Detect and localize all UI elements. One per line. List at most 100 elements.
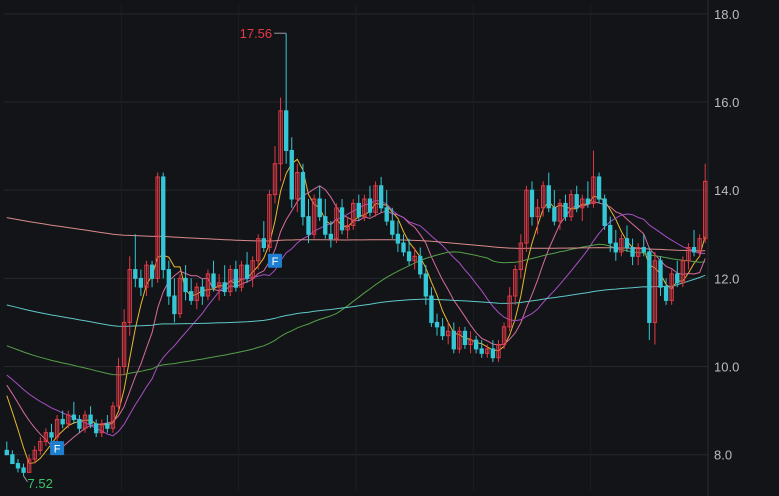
candle[interactable] — [10, 450, 15, 465]
candle[interactable] — [591, 150, 596, 208]
candle[interactable] — [373, 181, 378, 217]
candle[interactable] — [110, 401, 116, 433]
candle[interactable] — [99, 419, 104, 438]
candle[interactable] — [552, 190, 557, 226]
candle[interactable] — [155, 172, 160, 283]
candle[interactable] — [635, 243, 641, 266]
candle[interactable] — [133, 234, 138, 288]
candle[interactable] — [317, 185, 322, 222]
candle[interactable] — [116, 357, 121, 411]
candle[interactable] — [446, 322, 451, 345]
candle[interactable] — [401, 234, 406, 257]
candle[interactable] — [624, 225, 630, 252]
candle[interactable] — [557, 199, 563, 230]
candle[interactable] — [278, 97, 283, 182]
candle[interactable] — [233, 260, 239, 292]
event-marker-f[interactable]: F — [267, 253, 282, 268]
candle[interactable] — [580, 194, 585, 222]
candle[interactable] — [38, 437, 43, 455]
candle[interactable] — [596, 172, 602, 204]
candle[interactable] — [418, 247, 423, 279]
candle[interactable] — [513, 265, 518, 305]
candle[interactable] — [658, 256, 663, 296]
candle[interactable] — [94, 419, 99, 438]
candle[interactable] — [647, 247, 652, 341]
candle[interactable] — [15, 459, 21, 473]
candle[interactable] — [211, 260, 216, 292]
candle[interactable] — [384, 190, 389, 226]
candle[interactable] — [43, 428, 49, 446]
candle[interactable] — [524, 185, 529, 252]
candle[interactable] — [630, 238, 635, 266]
candle[interactable] — [518, 234, 524, 279]
candle[interactable] — [289, 137, 294, 208]
candle[interactable] — [451, 322, 456, 354]
candle[interactable] — [457, 326, 462, 354]
candle[interactable] — [429, 287, 434, 327]
candle[interactable] — [54, 415, 60, 442]
candle[interactable] — [691, 229, 697, 257]
candle[interactable] — [568, 190, 574, 222]
candle[interactable] — [507, 287, 512, 332]
candle[interactable] — [345, 216, 350, 239]
candle[interactable] — [4, 441, 9, 456]
candle[interactable] — [652, 251, 658, 345]
candle[interactable] — [468, 331, 473, 354]
candle[interactable] — [479, 340, 484, 358]
candle[interactable] — [66, 410, 71, 429]
candle[interactable] — [172, 278, 177, 323]
candle[interactable] — [406, 238, 412, 266]
candle[interactable] — [295, 163, 300, 213]
candle[interactable] — [440, 318, 445, 341]
candle[interactable] — [462, 326, 468, 349]
candle[interactable] — [49, 423, 54, 442]
candle[interactable] — [149, 260, 155, 288]
candle[interactable] — [501, 322, 507, 349]
candle[interactable] — [434, 313, 440, 336]
candle[interactable] — [161, 172, 166, 279]
candle[interactable] — [166, 260, 172, 305]
candle[interactable] — [267, 190, 272, 252]
candle[interactable] — [680, 256, 686, 288]
candle[interactable] — [183, 265, 188, 301]
candle[interactable] — [390, 207, 395, 239]
candle[interactable] — [105, 415, 110, 433]
candle[interactable] — [496, 340, 501, 363]
candle[interactable] — [351, 199, 356, 230]
candle[interactable] — [283, 33, 289, 164]
event-marker-f[interactable]: F — [50, 441, 65, 456]
candle[interactable] — [585, 181, 591, 208]
candle[interactable] — [613, 229, 618, 261]
candle[interactable] — [473, 335, 479, 354]
candle[interactable] — [703, 163, 708, 244]
candle[interactable] — [121, 309, 127, 376]
candle[interactable] — [356, 194, 361, 222]
candle[interactable] — [239, 260, 244, 292]
candle[interactable] — [194, 282, 199, 310]
candle[interactable] — [177, 273, 183, 319]
candle[interactable] — [272, 146, 278, 204]
candle[interactable] — [261, 221, 266, 252]
candlestick-chart[interactable]: FFEFF 18.016.014.012.010.08.0 17.56 7.52 — [0, 0, 779, 496]
candle[interactable] — [395, 221, 401, 252]
candle[interactable] — [188, 278, 194, 305]
candle[interactable] — [323, 199, 328, 239]
candle[interactable] — [21, 463, 26, 476]
candle[interactable] — [250, 256, 255, 288]
candle[interactable] — [362, 194, 367, 222]
candle[interactable] — [222, 265, 227, 296]
candle[interactable] — [686, 243, 691, 270]
candle[interactable] — [675, 260, 680, 288]
candle[interactable] — [378, 176, 384, 213]
candle[interactable] — [138, 269, 144, 296]
candle[interactable] — [77, 415, 82, 433]
candle[interactable] — [339, 199, 345, 235]
candle[interactable] — [619, 234, 624, 257]
candle[interactable] — [200, 278, 205, 305]
candle[interactable] — [205, 269, 211, 301]
candle[interactable] — [300, 163, 306, 226]
candle[interactable] — [244, 251, 250, 283]
candle[interactable] — [328, 221, 334, 248]
candle[interactable] — [127, 256, 132, 336]
candle[interactable] — [546, 172, 551, 213]
